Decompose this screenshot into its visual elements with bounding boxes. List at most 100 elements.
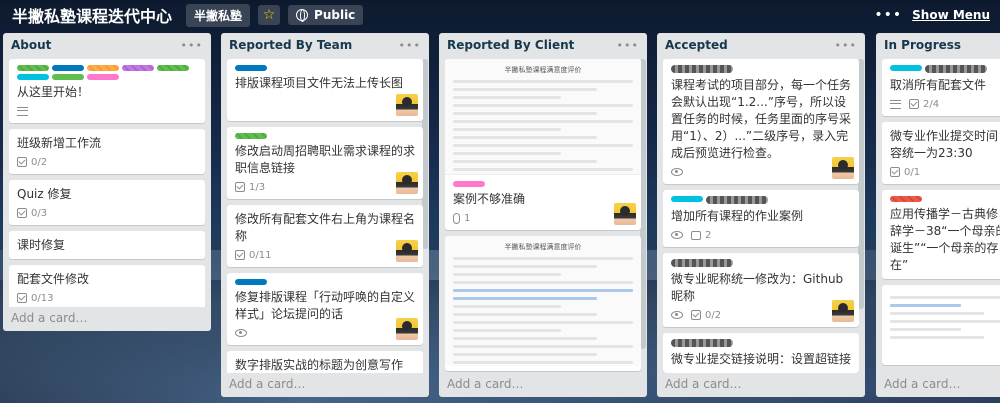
add-card-button[interactable]: Add a card… bbox=[439, 373, 647, 397]
checklist-count: 0/13 bbox=[31, 292, 54, 304]
checklist-count: 0/1 bbox=[904, 166, 921, 178]
avatar[interactable] bbox=[832, 300, 854, 322]
list-reported-by-team: Reported By Team ••• 排版课程项目文件无法上传长图 修改启动… bbox=[221, 33, 429, 397]
redacted-label bbox=[671, 339, 733, 347]
redacted-label bbox=[671, 65, 733, 73]
card-title: 修复排版课程「行动呼唤的自定义样式」论坛提问的话 bbox=[235, 290, 416, 321]
card-title: 配套文件修改 bbox=[17, 272, 90, 286]
checklist-badge: 2/4 bbox=[909, 99, 939, 110]
list-header[interactable]: Reported By Team ••• bbox=[221, 33, 429, 57]
checklist-count: 1/3 bbox=[249, 181, 266, 193]
more-icon[interactable]: ••• bbox=[874, 7, 902, 23]
description-icon bbox=[17, 106, 28, 116]
list-menu-icon[interactable]: ••• bbox=[181, 39, 203, 52]
card[interactable]: 修改所有配套文件右上角为课程名称 0/11 bbox=[227, 205, 423, 267]
list-menu-icon[interactable]: ••• bbox=[835, 39, 857, 52]
avatar[interactable] bbox=[832, 157, 854, 179]
card[interactable]: 配套文件修改 0/13 bbox=[9, 265, 205, 307]
visibility-label: Public bbox=[314, 8, 356, 22]
list-header[interactable]: In Progress bbox=[876, 33, 1000, 57]
label-pink bbox=[87, 74, 119, 80]
add-card-button[interactable]: Add a card… bbox=[876, 373, 1000, 397]
card[interactable]: 半撇私塾课程满意度评价 案例不够准确 1 bbox=[445, 59, 641, 230]
card[interactable]: 课时修复 bbox=[9, 231, 205, 259]
cover-title: 半撇私塾课程满意度评价 bbox=[504, 66, 582, 74]
card[interactable]: 班级新增工作流 0/2 bbox=[9, 129, 205, 174]
card-container: 半撇私塾课程满意度评价 案例不够准确 1 半撇私塾课程满意度评价 bbox=[439, 57, 647, 373]
checklist-count: 2/4 bbox=[923, 98, 940, 110]
card-container: 从这里开始！ 班级新增工作流 0/2 Quiz 修复 0/3 课时修复 配套文件… bbox=[3, 57, 211, 307]
board-title[interactable]: 半撇私塾课程迭代中心 bbox=[6, 0, 178, 30]
list-title: Reported By Team bbox=[229, 38, 353, 52]
card-container: 课程考试的项目部分，每一个任务会默认出现“1.2...”序号，所以设置任务的时候… bbox=[657, 57, 865, 373]
star-icon: ☆ bbox=[262, 7, 276, 23]
star-board-button[interactable]: ☆ bbox=[258, 5, 281, 25]
card[interactable]: 微专业提交链接说明：设置超链接 bbox=[663, 333, 859, 373]
card-title: 取消所有配套文件 bbox=[890, 78, 987, 92]
label-sky bbox=[17, 74, 49, 80]
add-card-button[interactable]: Add a card… bbox=[3, 307, 211, 331]
card[interactable]: 修改启动周招聘职业需求课程的求职信息链接 1/3 bbox=[227, 127, 423, 199]
visibility-button[interactable]: Public bbox=[288, 5, 364, 25]
watch-icon bbox=[671, 311, 683, 319]
checklist-icon bbox=[691, 310, 701, 320]
card-title: 从这里开始！ bbox=[17, 85, 90, 99]
checklist-icon bbox=[235, 250, 245, 260]
redacted-label bbox=[925, 65, 987, 73]
card-cover-image: 半撇私塾课程满意度评价 bbox=[445, 236, 641, 366]
avatar[interactable] bbox=[396, 94, 418, 116]
card-title: 排版课程项目文件无法上传长图 bbox=[235, 76, 404, 90]
avatar[interactable] bbox=[614, 203, 636, 225]
checklist-badge: 0/2 bbox=[17, 157, 47, 168]
card[interactable]: 增加所有课程的作业案例 2 bbox=[663, 190, 859, 247]
card[interactable]: 修复排版课程「行动呼唤的自定义样式」论坛提问的话 bbox=[227, 273, 423, 345]
watch-icon bbox=[671, 168, 683, 176]
label-pink bbox=[453, 181, 485, 187]
label-green bbox=[17, 65, 49, 71]
comment-badge: 2 bbox=[691, 230, 711, 241]
list-reported-by-client: Reported By Client ••• 半撇私塾课程满意度评价 案例不够准… bbox=[439, 33, 647, 397]
show-menu-button[interactable]: Show Menu bbox=[912, 8, 990, 22]
card-cover-image: 半撇私塾课程满意度评价 bbox=[445, 59, 641, 175]
checklist-icon bbox=[17, 293, 27, 303]
list-menu-icon[interactable]: ••• bbox=[399, 39, 421, 52]
list-menu-icon[interactable]: ••• bbox=[617, 39, 639, 52]
attachment-badge: 1 bbox=[453, 212, 470, 224]
card[interactable]: 微专业昵称统一修改为：Github昵称 0/2 bbox=[663, 253, 859, 327]
checklist-count: 0/11 bbox=[249, 249, 272, 261]
checklist-count: 0/2 bbox=[31, 156, 48, 168]
card-title: 修改所有配套文件右上角为课程名称 bbox=[235, 212, 416, 243]
card-title: 案例不够准确 bbox=[453, 192, 526, 206]
avatar[interactable] bbox=[396, 240, 418, 262]
checklist-icon bbox=[17, 208, 27, 218]
card-title: 数字排版实战的标题为创意写作 bbox=[235, 358, 404, 372]
list-header[interactable]: About ••• bbox=[3, 33, 211, 57]
list-in-progress: In Progress 取消所有配套文件 2/4 微专业作业提交时间容统一为23… bbox=[876, 33, 1000, 397]
card[interactable]: 半撇私塾课程满意度评价 bbox=[445, 236, 641, 371]
card[interactable]: 微专业作业提交时间容统一为23:30 0/1 bbox=[882, 122, 1000, 184]
label-blue bbox=[235, 65, 267, 71]
description-icon bbox=[890, 99, 901, 109]
card[interactable]: 课程考试的项目部分，每一个任务会默认出现“1.2...”序号，所以设置任务的时候… bbox=[663, 59, 859, 184]
card[interactable]: 排版课程项目文件无法上传长图 bbox=[227, 59, 423, 121]
checklist-badge: 0/13 bbox=[17, 293, 53, 304]
label-sky bbox=[671, 196, 703, 202]
card-container: 取消所有配套文件 2/4 微专业作业提交时间容统一为23:30 0/1 应用传播… bbox=[876, 57, 1000, 373]
avatar[interactable] bbox=[396, 172, 418, 194]
checklist-badge: 0/2 bbox=[691, 310, 721, 321]
card[interactable]: Quiz 修复 0/3 bbox=[9, 180, 205, 225]
card[interactable]: 从这里开始！ bbox=[9, 59, 205, 123]
card[interactable]: 应用传播学－古典修辞学－38“一个母亲的诞生”“一个母亲的存在” bbox=[882, 190, 1000, 279]
card-title: 课程考试的项目部分，每一个任务会默认出现“1.2...”序号，所以设置任务的时候… bbox=[671, 78, 852, 160]
list-header[interactable]: Reported By Client ••• bbox=[439, 33, 647, 57]
card-title: 微专业昵称统一修改为：Github昵称 bbox=[671, 272, 844, 303]
list-header[interactable]: Accepted ••• bbox=[657, 33, 865, 57]
card[interactable]: 数字排版实战的标题为创意写作 bbox=[227, 351, 423, 373]
add-card-button[interactable]: Add a card… bbox=[657, 373, 865, 397]
card-labels bbox=[17, 65, 197, 80]
avatar[interactable] bbox=[396, 318, 418, 340]
card[interactable]: 取消所有配套文件 2/4 bbox=[882, 59, 1000, 116]
card[interactable] bbox=[882, 285, 1000, 365]
team-button[interactable]: 半撇私塾 bbox=[186, 3, 251, 27]
add-card-button[interactable]: Add a card… bbox=[221, 373, 429, 397]
